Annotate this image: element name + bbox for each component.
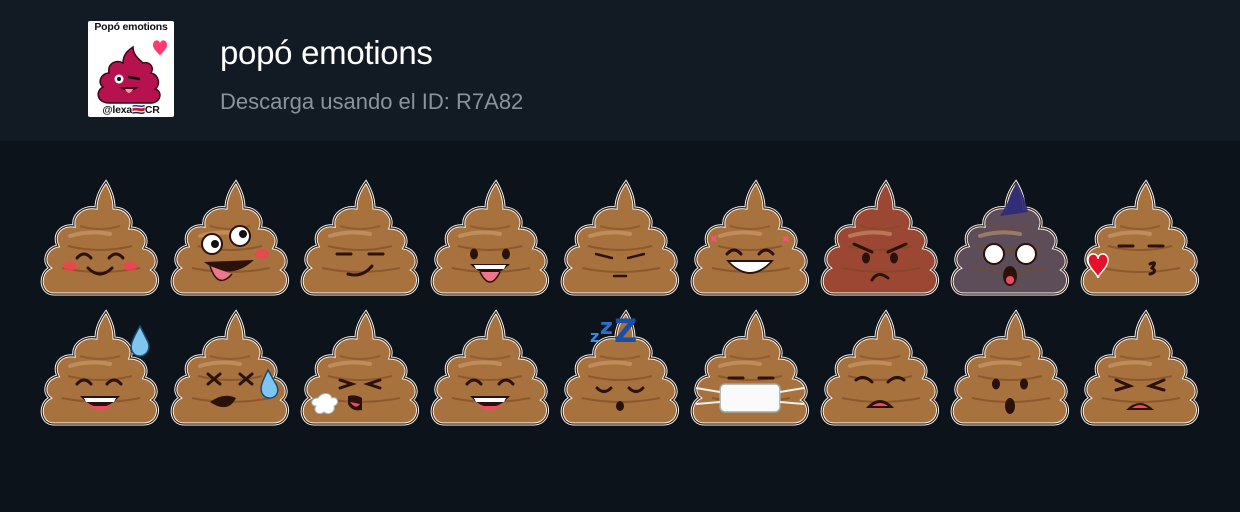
svg-text:Z: Z [614, 312, 637, 350]
poop-blush-smile-sticker[interactable] [40, 176, 160, 302]
poop-tongue-out-sticker[interactable] [430, 176, 550, 302]
poop-upset-sticker[interactable] [1080, 306, 1200, 432]
poop-dizzy-sticker[interactable] [170, 306, 290, 432]
poop-laugh-sticker[interactable] [430, 306, 550, 432]
pack-title: popó emotions [220, 34, 433, 71]
poop-mask-sticker[interactable] [690, 306, 810, 432]
svg-text:✖: ✖ [782, 235, 790, 245]
poop-sleeping-zzz-sticker[interactable]: Zzz [560, 306, 680, 432]
pack-header: Popó emotions @lexa🇨🇷CR popó emotions De… [0, 0, 1240, 141]
sticker-grid: ✖ ✖ Zzz [40, 176, 1210, 436]
svg-text:✖: ✖ [710, 235, 718, 245]
poop-grin-sticker[interactable]: ✖ ✖ [690, 176, 810, 302]
poop-crazy-tongue-sticker[interactable] [170, 176, 290, 302]
poop-laugh-sweat-sticker[interactable] [40, 306, 160, 432]
pack-download-id: Descarga usando el ID: R7A82 [220, 89, 524, 114]
poop-shocked-sticker[interactable] [950, 176, 1070, 302]
svg-text:z: z [590, 327, 599, 346]
magenta-poop-heart-icon [97, 40, 167, 104]
poop-kiss-heart-sticker[interactable] [1080, 176, 1200, 302]
svg-text:z: z [600, 315, 613, 340]
poop-surprised-sticker[interactable] [950, 306, 1070, 432]
poop-sleepy-sticker[interactable] [560, 176, 680, 302]
poop-sad-sticker[interactable] [820, 306, 940, 432]
avatar-top-label: Popó emotions [94, 21, 168, 33]
poop-exhale-sticker[interactable] [300, 306, 420, 432]
poop-smug-sticker[interactable] [300, 176, 420, 302]
poop-angry-sticker[interactable] [820, 176, 940, 302]
avatar-bottom-label: @lexa🇨🇷CR [102, 104, 160, 116]
pack-avatar[interactable]: Popó emotions @lexa🇨🇷CR [88, 21, 174, 117]
